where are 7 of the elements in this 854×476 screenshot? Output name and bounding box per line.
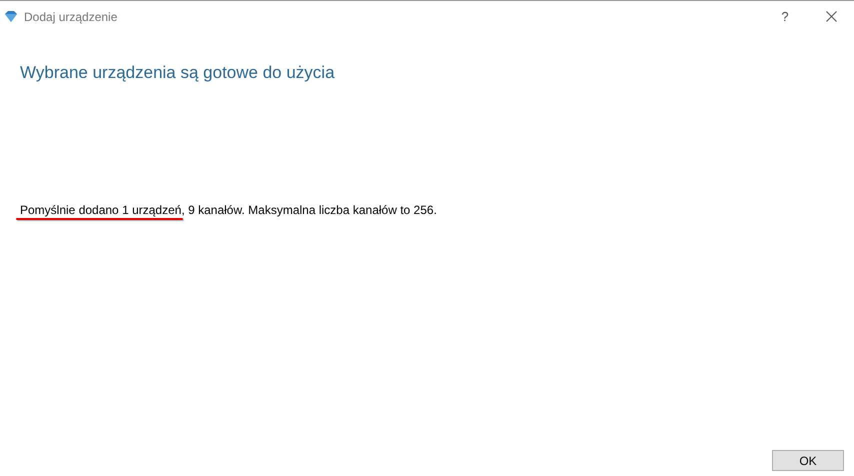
window-title: Dodaj urządzenie: [24, 10, 118, 24]
status-message: Pomyślnie dodano 1 urządzeń, 9 kanałów. Maksymalna liczba kanałów to 256.: [20, 203, 437, 217]
close-icon[interactable]: [826, 11, 836, 22]
page-heading: Wybrane urządzenia są gotowe do użycia: [20, 63, 336, 83]
app-icon: [4, 10, 18, 22]
ok-button[interactable]: OK: [772, 450, 844, 471]
help-button[interactable]: ?: [762, 9, 808, 24]
